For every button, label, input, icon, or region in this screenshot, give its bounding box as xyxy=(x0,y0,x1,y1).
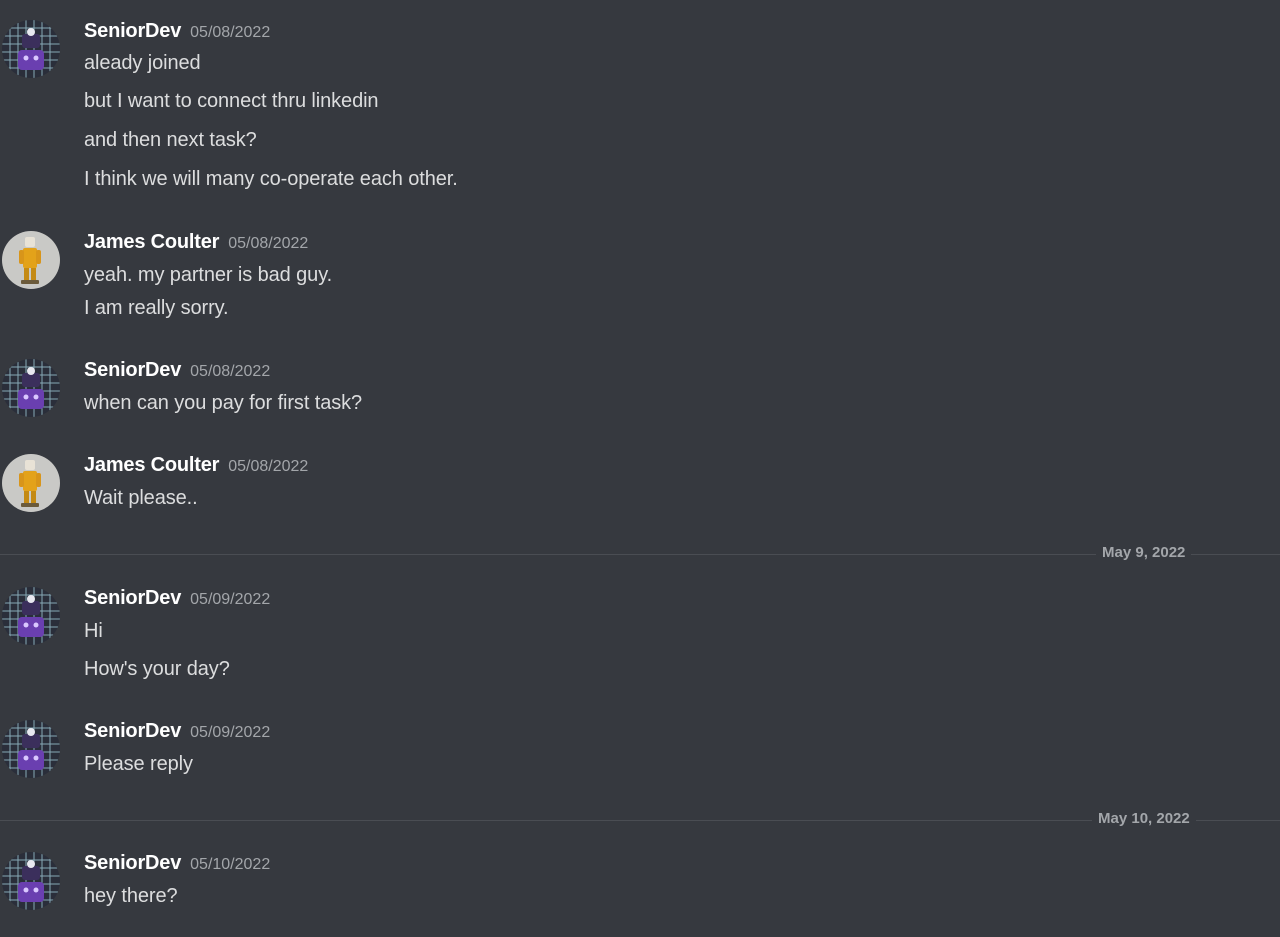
username[interactable]: James Coulter xyxy=(84,454,219,476)
robot-avatar-icon[interactable] xyxy=(2,720,60,778)
date-divider: May 10, 2022 xyxy=(0,810,1280,827)
username[interactable]: SeniorDev xyxy=(84,359,181,381)
date-divider: May 9, 2022 xyxy=(0,544,1280,561)
username[interactable]: SeniorDev xyxy=(84,20,181,42)
message-text: Hi xyxy=(84,620,103,642)
figurine-avatar-icon[interactable] xyxy=(2,454,60,512)
username[interactable]: SeniorDev xyxy=(84,587,181,609)
message-header: James Coulter 05/08/2022 xyxy=(84,231,308,255)
chat-messages-pane: SeniorDev 05/08/2022 aleady joined but I … xyxy=(0,0,1280,937)
message-text: I think we will many co-operate each oth… xyxy=(84,168,458,190)
figurine-avatar-icon[interactable] xyxy=(2,231,60,289)
date-divider-label: May 10, 2022 xyxy=(1092,810,1196,827)
timestamp: 05/08/2022 xyxy=(228,235,309,252)
timestamp: 05/09/2022 xyxy=(190,591,271,608)
message-text: Please reply xyxy=(84,753,193,775)
message-text: aleady joined xyxy=(84,52,201,74)
message-text: Wait please.. xyxy=(84,487,198,509)
message-text: I am really sorry. xyxy=(84,297,229,319)
message-header: SeniorDev 05/09/2022 xyxy=(84,720,270,744)
username[interactable]: SeniorDev xyxy=(84,852,181,874)
robot-avatar-icon[interactable] xyxy=(2,852,60,910)
robot-avatar-icon[interactable] xyxy=(2,359,60,417)
message-header: SeniorDev 05/08/2022 xyxy=(84,20,270,44)
message-text: hey there? xyxy=(84,885,178,907)
message-header: James Coulter 05/08/2022 xyxy=(84,454,308,478)
message-text: yeah. my partner is bad guy. xyxy=(84,264,333,286)
timestamp: 05/10/2022 xyxy=(190,856,271,873)
message-text: and then next task? xyxy=(84,129,257,151)
timestamp: 05/09/2022 xyxy=(190,724,271,741)
message-text: when can you pay for first task? xyxy=(84,392,363,414)
message-header: SeniorDev 05/09/2022 xyxy=(84,587,270,611)
robot-avatar-icon[interactable] xyxy=(2,20,60,78)
message-header: SeniorDev 05/08/2022 xyxy=(84,359,270,383)
timestamp: 05/08/2022 xyxy=(190,363,271,380)
username[interactable]: SeniorDev xyxy=(84,720,181,742)
robot-avatar-icon[interactable] xyxy=(2,587,60,645)
message-text: How's your day? xyxy=(84,658,230,680)
username[interactable]: James Coulter xyxy=(84,231,219,253)
date-divider-label: May 9, 2022 xyxy=(1096,544,1192,561)
message-text: but I want to connect thru linkedin xyxy=(84,90,379,112)
timestamp: 05/08/2022 xyxy=(190,24,271,41)
message-header: SeniorDev 05/10/2022 xyxy=(84,852,270,876)
timestamp: 05/08/2022 xyxy=(228,458,309,475)
